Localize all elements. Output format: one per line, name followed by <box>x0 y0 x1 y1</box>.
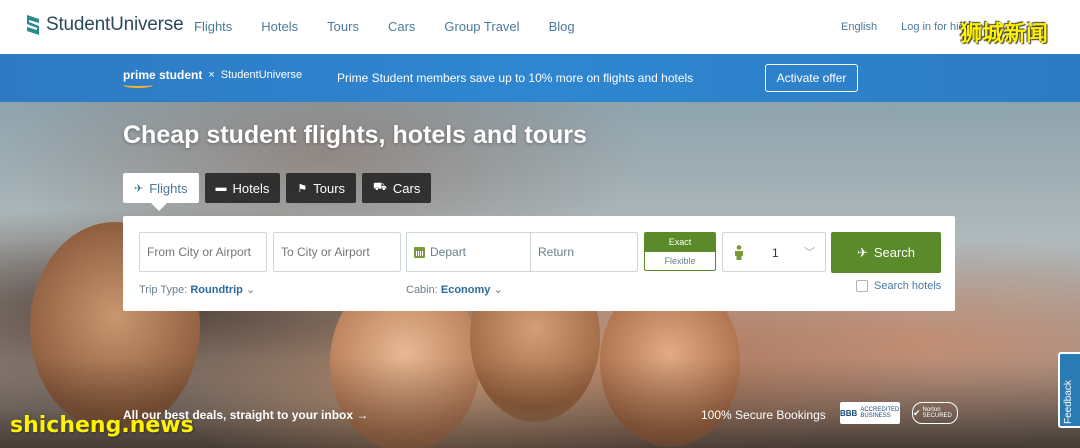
tab-hotels[interactable]: ▬ Hotels <box>204 173 281 203</box>
prime-student-label: prime student <box>123 68 203 82</box>
feedback-tab[interactable]: Feedback <box>1058 352 1080 428</box>
cabin-label: Cabin: <box>406 284 438 296</box>
search-button[interactable]: ✈ Search <box>831 232 941 273</box>
depart-label: Depart <box>430 245 467 259</box>
feedback-label: Feedback <box>1063 380 1074 424</box>
search-button-label: Search <box>873 245 916 260</box>
cabin-selector[interactable]: Cabin: Economy ⌄ <box>406 283 503 296</box>
partner-name: StudentUniverse <box>220 69 303 81</box>
watermark-top: 狮城新闻 <box>960 22 1049 47</box>
checkmark-icon: ✔ <box>913 407 921 418</box>
tab-label: Hotels <box>232 180 270 196</box>
logo-text: StudentUniverse <box>46 14 184 35</box>
plane-icon: ✈ <box>856 244 868 260</box>
secure-bookings-text: 100% Secure Bookings <box>701 408 826 422</box>
bbb-badge: BBB ACCREDITED BUSINESS <box>840 402 900 424</box>
depart-date-field[interactable]: Depart <box>407 233 531 271</box>
tab-flights[interactable]: ✈ Flights <box>123 173 199 211</box>
watermark-bottom: shicheng.news <box>10 413 194 438</box>
trip-type-selector[interactable]: Trip Type: Roundtrip ⌄ <box>139 283 255 296</box>
search-hotels-checkbox[interactable] <box>856 280 868 292</box>
search-hotels-label: Search hotels <box>874 280 942 292</box>
cabin-value: Economy <box>440 284 491 296</box>
times-sign: × <box>208 69 215 81</box>
tab-cars[interactable]: ⛟ Cars <box>362 173 432 203</box>
nav-item-hotels[interactable]: Hotels <box>261 19 298 34</box>
passenger-count: 1 <box>772 246 779 260</box>
product-tabs: ✈ Flights ▬ Hotels ⚑ Tours ⛟ Cars <box>123 173 432 211</box>
banner-message: Prime Student members save up to 10% mor… <box>337 71 694 85</box>
activate-offer-button[interactable]: Activate offer <box>765 64 858 92</box>
norton-badge: ✔ Norton SECURED <box>912 402 958 424</box>
nav-item-cars[interactable]: Cars <box>388 19 415 34</box>
top-navbar: StudentUniverse Flights Hotels Tours Car… <box>0 0 1080 54</box>
chevron-down-icon: ⌄ <box>245 284 256 296</box>
studentuniverse-logo[interactable]: StudentUniverse <box>24 13 184 37</box>
nav-item-group-travel[interactable]: Group Travel <box>444 19 519 34</box>
chevron-down-icon: ﹀ <box>804 247 815 259</box>
bbb-logo-icon: BBB <box>840 408 858 418</box>
date-picker: Depart Return <box>406 232 638 272</box>
prime-student-banner: prime student × StudentUniverse Prime St… <box>0 54 1080 102</box>
trip-type-label: Trip Type: <box>139 284 188 296</box>
flexible-dates-button[interactable]: Flexible <box>644 251 716 271</box>
bed-icon: ▬ <box>215 182 227 194</box>
nav-item-tours[interactable]: Tours <box>327 19 359 34</box>
language-selector[interactable]: English <box>841 21 877 33</box>
tab-label: Flights <box>149 180 188 196</box>
norton-label: Norton SECURED <box>922 407 952 419</box>
from-input[interactable] <box>147 245 266 259</box>
to-field[interactable] <box>273 232 401 272</box>
main-nav: Flights Hotels Tours Cars Group Travel B… <box>194 19 604 34</box>
hero-title: Cheap student flights, hotels and tours <box>123 121 587 149</box>
hero-section: Cheap student flights, hotels and tours … <box>0 102 1080 448</box>
tab-label: Tours <box>313 180 346 196</box>
date-flexibility-toggle: Exact Flexible <box>644 232 716 272</box>
search-hotels-option[interactable]: Search hotels <box>856 280 941 292</box>
tab-label: Cars <box>392 180 421 196</box>
amazon-smile-icon <box>123 82 153 88</box>
nav-item-flights[interactable]: Flights <box>194 19 232 34</box>
trip-type-value: Roundtrip <box>190 284 243 296</box>
person-icon <box>735 245 743 260</box>
logo-mark-icon <box>27 15 39 35</box>
exact-dates-button[interactable]: Exact <box>644 232 716 251</box>
tab-tours[interactable]: ⚑ Tours <box>286 173 357 203</box>
flight-search-panel: Depart Return Exact Flexible 1 ﹀ ✈ Searc… <box>123 216 955 311</box>
car-icon: ⛟ <box>373 181 387 193</box>
calendar-icon <box>414 246 425 258</box>
chevron-down-icon: ⌄ <box>493 284 503 296</box>
bbb-label: ACCREDITED BUSINESS <box>860 407 900 419</box>
flag-icon: ⚑ <box>297 182 308 195</box>
nav-right: English Log in for hidd <box>841 21 971 33</box>
return-label: Return <box>538 245 575 259</box>
to-input[interactable] <box>281 245 400 259</box>
plane-icon: ✈ <box>134 182 144 195</box>
passenger-selector[interactable]: 1 ﹀ <box>722 232 826 272</box>
from-field[interactable] <box>139 232 267 272</box>
nav-item-blog[interactable]: Blog <box>549 19 575 34</box>
return-date-field[interactable]: Return <box>531 233 574 271</box>
prime-partner-logo: prime student × StudentUniverse <box>123 68 303 88</box>
